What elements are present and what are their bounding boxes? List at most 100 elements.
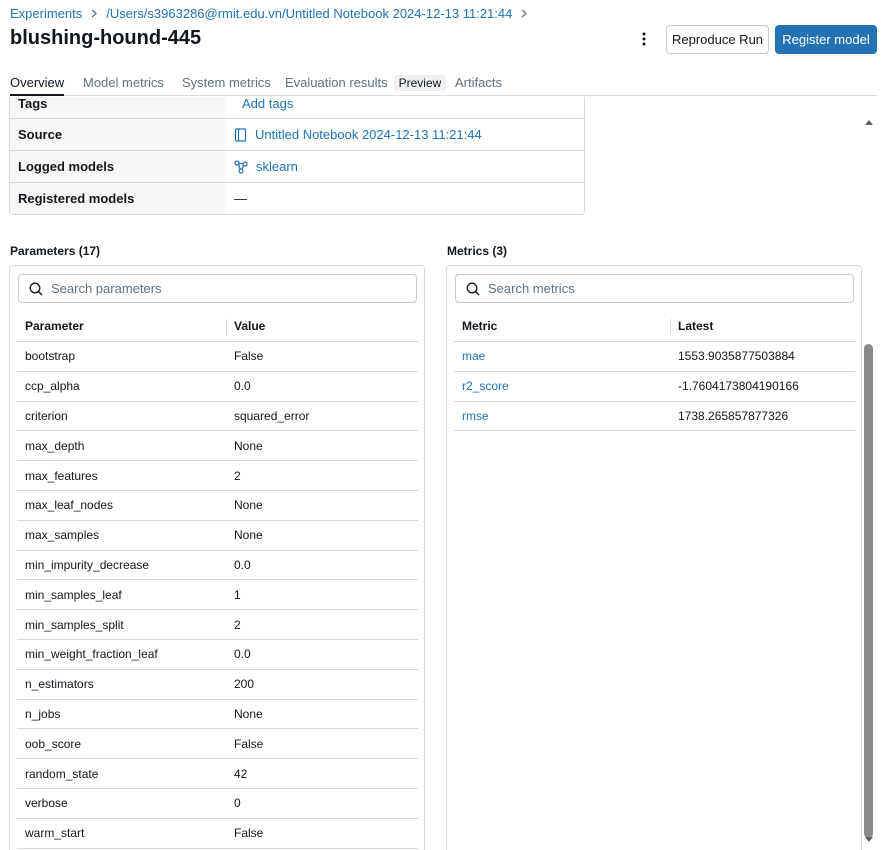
table-row: criterion squared_error — [17, 402, 418, 432]
column-header-parameter[interactable]: Parameter — [17, 311, 226, 341]
metric-name-link[interactable]: mae — [454, 342, 670, 371]
metric-latest-value: 1553.9035877503884 — [678, 349, 795, 364]
parameters-panel: Parameter Value bootstrap False ccp_alpha 0… — [9, 265, 425, 850]
metrics-panel: Metric Latest mae 1553.9035877503884 r2_sc… — [446, 265, 862, 850]
register-model-button[interactable]: Register model — [775, 25, 877, 54]
column-header-metric[interactable]: Metric — [454, 311, 670, 341]
model-icon — [234, 159, 248, 174]
table-row: ccp_alpha 0.0 — [17, 372, 418, 402]
parameters-table-header: Parameter Value — [17, 311, 418, 342]
param-value: None — [234, 706, 263, 721]
scroll-down-arrow-icon[interactable] — [865, 837, 873, 842]
search-icon — [29, 282, 43, 296]
details-key: Tags — [10, 97, 226, 118]
table-row: verbose 0 — [17, 789, 418, 819]
scroll-up-arrow-icon[interactable] — [865, 120, 873, 125]
breadcrumb-experiments[interactable]: Experiments — [10, 6, 82, 21]
metric-latest-value: -1.7604173804190166 — [678, 379, 799, 394]
details-row-registered-models: Registered models — — [10, 182, 584, 214]
param-name: oob_score — [25, 736, 82, 751]
tab-overview[interactable]: Overview — [10, 75, 65, 96]
table-row: max_leaf_nodes None — [17, 491, 418, 521]
parameters-table: Parameter Value bootstrap False ccp_alpha 0… — [17, 311, 418, 849]
table-row: max_features 2 — [17, 461, 418, 491]
kebab-vertical-icon[interactable] — [632, 29, 656, 49]
param-value: 0.0 — [234, 557, 251, 572]
add-tags-link[interactable]: Add tags — [242, 97, 293, 111]
param-name: bootstrap — [25, 349, 76, 364]
details-row-source: Source Untitled Notebook 2024-12-13 11:2… — [10, 118, 584, 150]
table-row: min_impurity_decrease 0.0 — [17, 551, 418, 581]
param-value: 2 — [234, 617, 241, 632]
metric-name-link[interactable]: rmse — [454, 402, 670, 431]
tab-evaluation-results[interactable]: Evaluation results Preview — [285, 75, 447, 96]
table-row: min_samples_split 2 — [17, 610, 418, 640]
chevron-right-icon — [91, 9, 98, 18]
preview-badge: Preview — [393, 75, 447, 91]
details-key: Logged models — [10, 151, 226, 182]
param-value: squared_error — [234, 408, 310, 423]
table-row: min_samples_leaf 1 — [17, 580, 418, 611]
table-row: warm_start False — [17, 819, 418, 849]
param-value: False — [234, 736, 264, 751]
param-value: 200 — [234, 677, 255, 692]
search-icon — [466, 282, 480, 296]
param-name: ccp_alpha — [25, 379, 80, 394]
details-row-tags: Tags Add tags — [10, 97, 584, 118]
table-row: max_samples None — [17, 521, 418, 551]
param-name: max_leaf_nodes — [25, 498, 114, 513]
table-row: random_state 42 — [17, 759, 418, 789]
table-row: mae 1553.9035877503884 — [454, 342, 855, 372]
param-value: None — [234, 438, 263, 453]
param-name: random_state — [25, 766, 99, 781]
table-row: min_weight_fraction_leaf 0.0 — [17, 640, 418, 670]
column-header-latest[interactable]: Latest — [670, 311, 855, 341]
breadcrumb: Experiments /Users/s3963286@rmit.edu.vn/… — [10, 5, 536, 21]
metrics-table-header: Metric Latest — [454, 311, 855, 342]
param-name: n_jobs — [25, 706, 61, 721]
metrics-table: Metric Latest mae 1553.9035877503884 r2_sc… — [454, 311, 855, 432]
table-row: n_estimators 200 — [17, 670, 418, 700]
param-name: min_impurity_decrease — [25, 557, 150, 572]
run-details-table: Tags Add tags Source Untitled Notebook 2… — [9, 97, 585, 215]
parameters-table-body: bootstrap False ccp_alpha 0.0 criterion squar… — [17, 342, 418, 849]
param-name: verbose — [25, 796, 68, 811]
logged-model-link[interactable]: sklearn — [256, 159, 298, 174]
param-value: 0.0 — [234, 379, 251, 394]
param-name: min_weight_fraction_leaf — [25, 647, 158, 662]
metrics-search[interactable] — [455, 274, 854, 303]
chevron-right-icon — [521, 9, 528, 18]
param-value: 2 — [234, 468, 241, 483]
table-row: oob_score False — [17, 729, 418, 760]
reproduce-run-button[interactable]: Reproduce Run — [666, 25, 769, 54]
tab-system-metrics[interactable]: System metrics — [182, 75, 271, 96]
tab-artifacts[interactable]: Artifacts — [455, 75, 502, 96]
metric-latest-value: 1738.265857877326 — [678, 408, 789, 423]
table-row: bootstrap False — [17, 342, 418, 372]
scrollbar-thumb[interactable] — [864, 344, 873, 838]
overview-content: Tags Add tags Source Untitled Notebook 2… — [0, 97, 862, 850]
param-name: max_depth — [25, 438, 85, 453]
search-parameters-input[interactable] — [51, 281, 351, 296]
vertical-scrollbar[interactable] — [862, 112, 876, 850]
search-metrics-input[interactable] — [488, 281, 788, 296]
details-key: Source — [10, 119, 226, 150]
param-value: 42 — [234, 766, 248, 781]
metrics-title: Metrics (3) — [447, 244, 508, 258]
details-key: Registered models — [10, 183, 226, 214]
metric-name-link[interactable]: r2_score — [454, 372, 670, 401]
table-row: rmse 1738.265857877326 — [454, 402, 855, 432]
source-notebook-link[interactable]: Untitled Notebook 2024-12-13 11:21:44 — [255, 127, 482, 142]
tab-bar: Overview Model metrics System metrics Ev… — [10, 75, 877, 96]
param-value: False — [234, 826, 264, 841]
param-name: min_samples_split — [25, 617, 124, 632]
table-row: n_jobs None — [17, 700, 418, 730]
parameters-search[interactable] — [18, 274, 417, 303]
registered-models-value: — — [234, 191, 247, 206]
column-header-value[interactable]: Value — [226, 311, 418, 341]
table-row: max_depth None — [17, 431, 418, 462]
details-row-logged-models: Logged models sklearn — [10, 150, 584, 182]
tab-model-metrics[interactable]: Model metrics — [83, 75, 164, 96]
breadcrumb-experiment-path[interactable]: /Users/s3963286@rmit.edu.vn/Untitled Not… — [106, 6, 512, 21]
param-name: n_estimators — [25, 677, 94, 692]
